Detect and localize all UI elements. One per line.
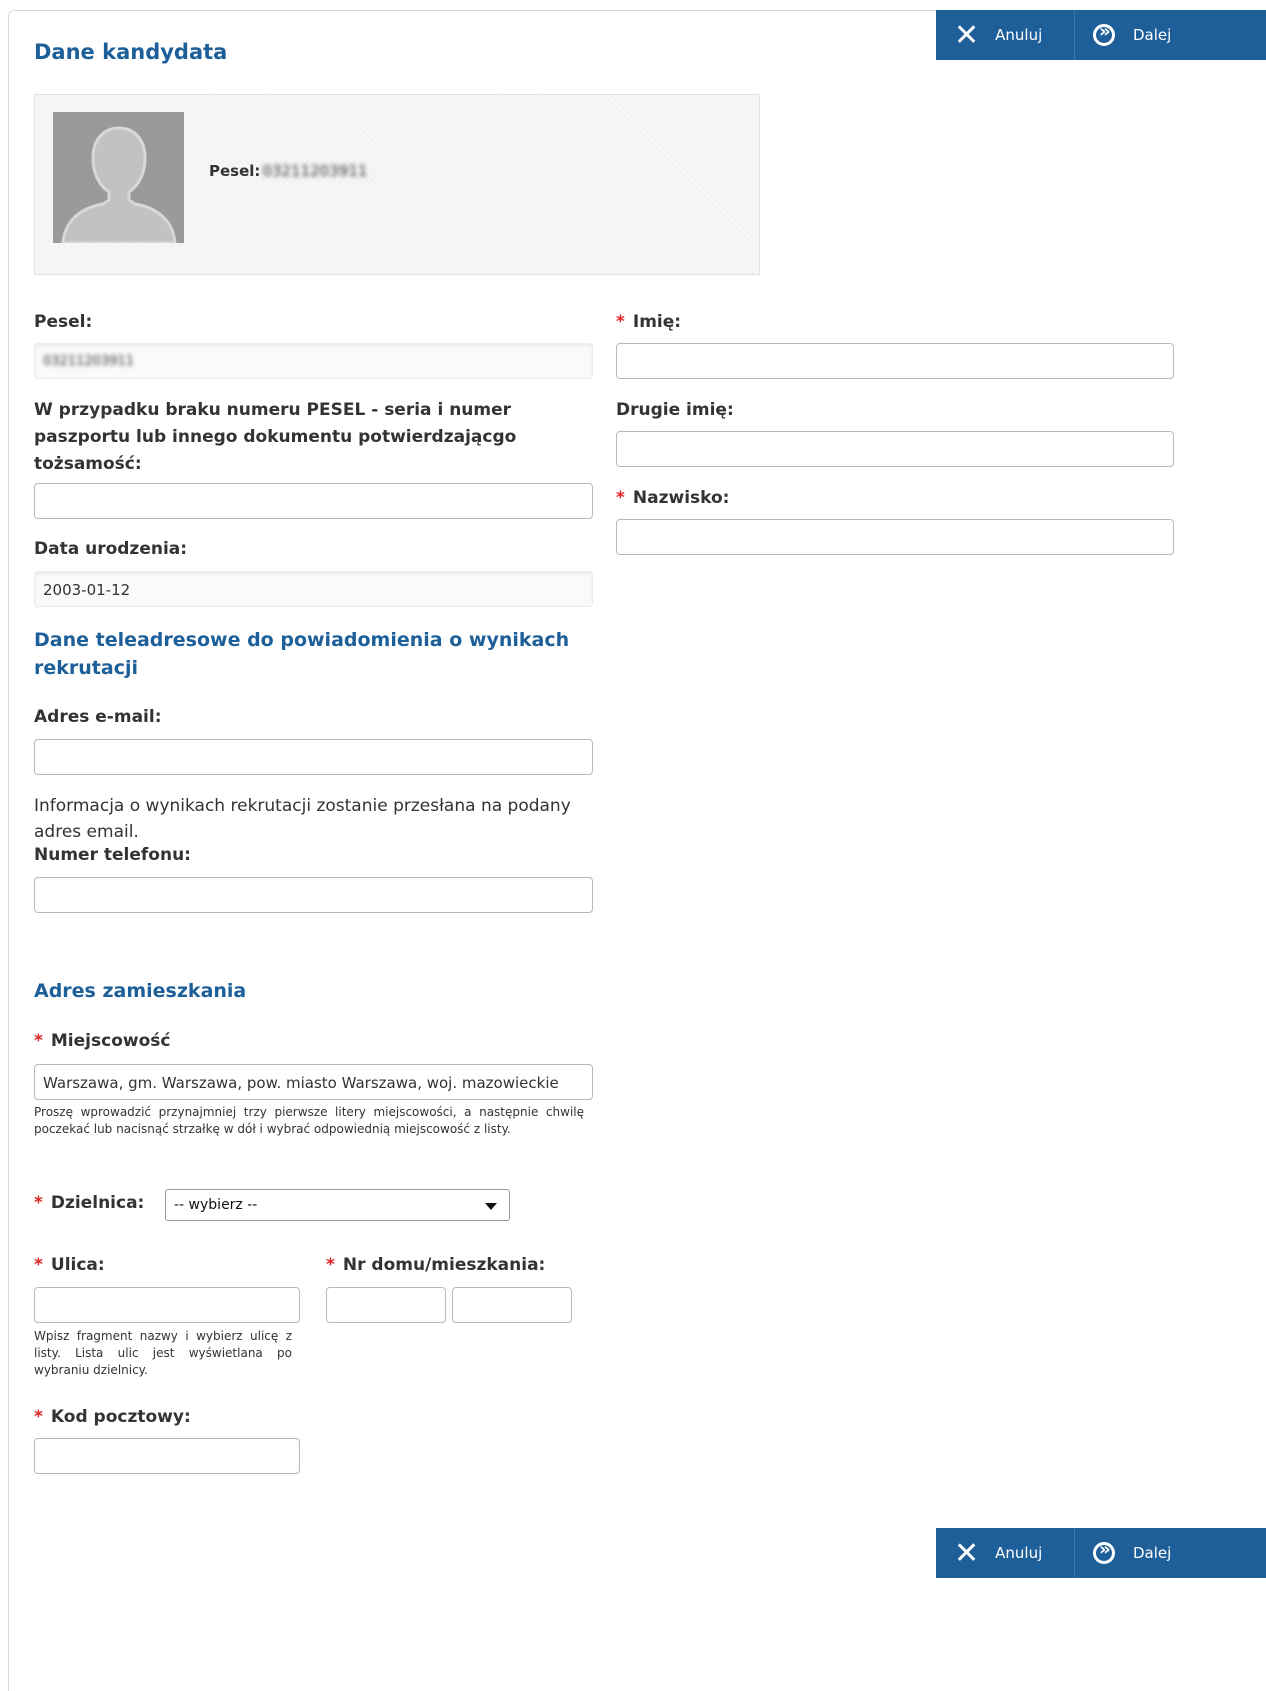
postal-code-label: * Kod pocztowy: <box>34 1404 191 1431</box>
street-hint: Wpisz fragment nazwy i wybierz ulicę z l… <box>34 1329 292 1377</box>
close-icon: ✕ <box>954 17 980 53</box>
passport-label: W przypadku braku numeru PESEL - seria i… <box>34 400 517 474</box>
district-select-value: -- wybierz -- <box>174 1197 258 1213</box>
city-input-value: Warszawa, gm. Warszawa, pow. miasto Wars… <box>43 1074 559 1092</box>
city-label: * Miejscowość <box>34 1028 170 1055</box>
page-title: Dane kandydata <box>34 40 228 64</box>
birth-date-value: 2003-01-12 <box>43 581 131 599</box>
next-circle-icon <box>1093 1539 1115 1564</box>
required-mark: * <box>326 1255 335 1275</box>
top-toolbar: ✕ Anuluj Dalej <box>936 10 1266 60</box>
address-section-heading: Adres zamieszkania <box>34 980 247 1002</box>
candidate-summary-box: Pesel: 03211203911 <box>34 94 760 275</box>
city-label-text: Miejscowość <box>50 1031 171 1051</box>
summary-pesel: Pesel: 03211203911 <box>209 153 367 189</box>
surname-label: * Nazwisko: <box>616 485 729 512</box>
second-name-input[interactable] <box>616 431 1174 467</box>
avatar-silhouette-icon <box>53 112 184 243</box>
required-mark: * <box>34 1031 43 1051</box>
house-number-input[interactable] <box>326 1287 446 1323</box>
surname-input[interactable] <box>616 519 1174 555</box>
required-mark: * <box>616 312 625 332</box>
district-label-text: Dzielnica: <box>50 1193 145 1213</box>
birth-date-field[interactable]: 2003-01-12 <box>34 571 593 607</box>
street-label: * Ulica: <box>34 1252 105 1279</box>
required-mark: * <box>616 488 625 508</box>
required-mark: * <box>34 1407 43 1427</box>
email-input[interactable] <box>34 739 593 775</box>
second-name-label: Drugie imię: <box>616 400 734 420</box>
street-label-text: Ulica: <box>50 1255 105 1275</box>
street-input[interactable] <box>34 1287 300 1323</box>
postal-code-label-text: Kod pocztowy: <box>50 1407 191 1427</box>
summary-pesel-value: 03211203911 <box>262 162 368 180</box>
chevron-down-icon <box>485 1203 497 1210</box>
district-label: * Dzielnica: <box>34 1190 144 1217</box>
email-label: Adres e-mail: <box>34 707 162 727</box>
surname-label-text: Nazwisko: <box>632 488 730 508</box>
apartment-number-input[interactable] <box>452 1287 572 1323</box>
pesel-field[interactable]: 03211203911 <box>34 343 593 379</box>
phone-input[interactable] <box>34 877 593 913</box>
contact-section-heading: Dane teleadresowe do powiadomienia o wyn… <box>34 629 570 679</box>
first-name-input[interactable] <box>616 343 1174 379</box>
cancel-button[interactable]: ✕ Anuluj <box>936 10 1074 60</box>
phone-label: Numer telefonu: <box>34 845 191 865</box>
birth-date-label: Data urodzenia: <box>34 539 188 559</box>
bottom-toolbar: ✕ Anuluj Dalej <box>936 1528 1266 1578</box>
city-hint: Proszę wprowadzić przynajmniej trzy pier… <box>34 1105 584 1136</box>
cancel-button-bottom[interactable]: ✕ Anuluj <box>936 1528 1074 1578</box>
email-info-text: Informacja o wynikach rekrutacji zostani… <box>34 796 571 842</box>
district-select[interactable]: -- wybierz -- <box>165 1189 510 1221</box>
passport-input[interactable] <box>34 483 593 519</box>
city-input[interactable]: Warszawa, gm. Warszawa, pow. miasto Wars… <box>34 1064 593 1100</box>
required-mark: * <box>34 1255 43 1275</box>
summary-pesel-label: Pesel: <box>209 162 261 180</box>
next-button-label: Dalej <box>1133 26 1172 44</box>
next-button-bottom-label: Dalej <box>1133 1544 1172 1562</box>
cancel-button-label: Anuluj <box>995 26 1043 44</box>
pesel-label: Pesel: <box>34 312 93 332</box>
postal-code-input[interactable] <box>34 1438 300 1474</box>
avatar <box>53 112 184 243</box>
next-circle-icon <box>1093 21 1115 46</box>
house-number-label-text: Nr domu/mieszkania: <box>342 1255 546 1275</box>
cancel-button-bottom-label: Anuluj <box>995 1544 1043 1562</box>
next-button-bottom[interactable]: Dalej <box>1075 1528 1171 1578</box>
close-icon: ✕ <box>954 1535 980 1571</box>
pesel-field-value: 03211203911 <box>43 354 134 369</box>
house-number-label: * Nr domu/mieszkania: <box>326 1252 545 1279</box>
required-mark: * <box>34 1193 43 1213</box>
next-button[interactable]: Dalej <box>1075 10 1171 60</box>
first-name-label-text: Imię: <box>632 312 682 332</box>
first-name-label: * Imię: <box>616 309 681 336</box>
